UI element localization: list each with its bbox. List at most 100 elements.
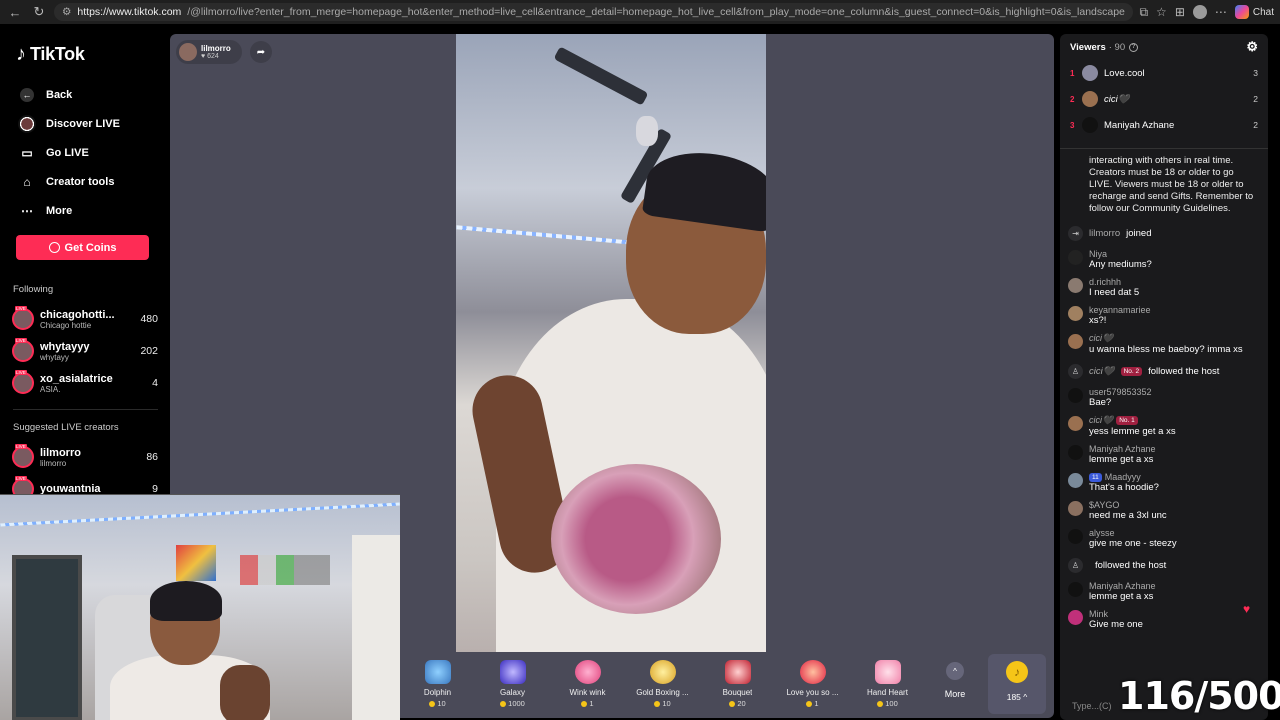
info-icon[interactable]: ? <box>1129 42 1139 52</box>
browser-toolbar: ← ↻ ⚙ https://www.tiktok.com /@lilmorro/l… <box>0 0 1280 24</box>
join-event: ⇥ lilmorro joined <box>1060 221 1268 246</box>
avatar <box>1068 278 1083 293</box>
rank-number: 1 <box>1070 68 1075 78</box>
viewer-score: 3 <box>1253 68 1258 78</box>
message-user: Maniyah Azhane <box>1089 444 1156 454</box>
gear-icon[interactable]: ⚙ <box>1246 39 1258 55</box>
message-user: alysse <box>1089 528 1115 538</box>
rank-number: 2 <box>1070 94 1075 104</box>
suggested-item[interactable]: LIVE lilmorro lilmorro 86 <box>12 441 158 473</box>
viewers-header[interactable]: Viewers · 90 ? ⚙ <box>1060 34 1268 60</box>
coin-icon <box>48 242 60 253</box>
discover-live-icon <box>18 114 36 133</box>
following-item[interactable]: LIVE chicagohotti... Chicago hottie 480 <box>12 303 158 335</box>
more-dots-icon: ⋯ <box>21 203 33 218</box>
avatar <box>1068 334 1083 349</box>
camera-icon: ▭ <box>21 145 33 160</box>
discover-live-nav-item[interactable]: Discover LIVE <box>10 109 158 138</box>
event-user[interactable]: lilmorro <box>1089 228 1120 239</box>
gift-name: Bouquet <box>722 688 753 697</box>
viewer-count: 202 <box>140 345 158 357</box>
chat-message[interactable]: Niya Any mediums? <box>1060 246 1268 274</box>
go-live-nav-item[interactable]: ▭ Go LIVE <box>10 138 158 167</box>
profile-avatar[interactable] <box>1192 5 1207 19</box>
url-path: /@lilmorro/live?enter_from_merge=homepag… <box>187 6 1125 18</box>
host-info[interactable]: lilmorro ♥ 624 <box>176 40 242 64</box>
reload-icon[interactable]: ↻ <box>30 3 48 21</box>
viewers-count: · 90 <box>1108 41 1126 53</box>
site-info-icon[interactable]: ⚙ <box>62 6 71 18</box>
following-item[interactable]: LIVE xo_asialatrice ASIA. 4 <box>12 367 158 399</box>
coin-balance-button[interactable]: ♪ 185 ^ <box>988 654 1046 714</box>
live-badge: LIVE <box>15 338 27 343</box>
live-video[interactable] <box>456 34 766 652</box>
gift-item[interactable]: Hand Heart 100 <box>850 652 925 718</box>
nav-label-discover: Discover LIVE <box>46 117 120 130</box>
creator-sub: lilmorro <box>40 458 67 468</box>
chat-message[interactable]: d.richhh I need dat 5 <box>1060 274 1268 302</box>
get-coins-label: Get Coins <box>64 241 117 254</box>
chat-message[interactable]: Maniyah Azhane lemme get a xs <box>1060 578 1268 606</box>
viewer-name: cici🖤 <box>1104 93 1130 105</box>
gift-name: Gold Boxing ... <box>636 688 689 697</box>
gift-name: Galaxy <box>500 688 525 697</box>
message-user: d.richhh <box>1089 277 1122 287</box>
chat-message[interactable]: Mink Give me one <box>1060 606 1268 634</box>
top-viewer-row[interactable]: 2 cici🖤 2 <box>1060 86 1268 112</box>
creator-tools-nav-item[interactable]: ⌂ Creator tools <box>10 167 158 196</box>
share-button[interactable]: ➦ <box>250 41 272 63</box>
following-item[interactable]: LIVE whytayyy whytayy 202 <box>12 335 158 367</box>
avatar <box>1082 65 1098 81</box>
avatar <box>1068 250 1083 265</box>
event-user[interactable]: cici🖤 <box>1089 366 1115 377</box>
gift-item[interactable]: Bouquet 20 <box>700 652 775 718</box>
chat-message[interactable]: cici🖤 No. 1 yess lemme get a xs <box>1060 412 1268 441</box>
chat-message[interactable]: Maniyah Azhane lemme get a xs <box>1060 441 1268 469</box>
gift-item[interactable]: Gold Boxing ... 10 <box>625 652 700 718</box>
copilot-chat-button[interactable]: Chat <box>1234 5 1274 19</box>
gift-name: Dolphin <box>423 688 452 697</box>
avatar: LIVE <box>12 338 34 362</box>
chat-message[interactable]: user579853352 Bae? <box>1060 384 1268 412</box>
avatar <box>1068 416 1083 431</box>
more-nav-item[interactable]: ⋯ More <box>10 196 158 225</box>
top-viewer-row[interactable]: 3 Maniyah Azhane 2 <box>1060 112 1268 138</box>
back-nav-item[interactable]: ← Back <box>10 80 158 109</box>
chat-message[interactable]: 11 Maadyyy That's a hoodie? <box>1060 469 1268 497</box>
menu-dots-icon[interactable]: ⋯ <box>1215 5 1227 19</box>
top-viewer-row[interactable]: 1 Love.cool 3 <box>1060 60 1268 86</box>
avatar <box>1068 501 1083 516</box>
avatar: LIVE <box>12 444 34 468</box>
message-user: cici🖤 <box>1089 415 1114 425</box>
tiktok-logo[interactable]: ♪ TikTok <box>16 42 158 66</box>
chat-message[interactable]: cici🖤 u wanna bless me baeboy? imma xs <box>1060 330 1268 359</box>
webcam-overlay <box>0 494 400 720</box>
gift-item[interactable]: Dolphin 10 <box>400 652 475 718</box>
browser-back-icon[interactable]: ← <box>6 3 24 21</box>
gift-price: 20 <box>737 699 746 708</box>
chat-message[interactable]: $AYGO need me a 3xl unc <box>1060 497 1268 525</box>
more-gifts-button[interactable]: ^ More <box>925 652 985 718</box>
webcam-scene <box>352 535 400 720</box>
chat-message[interactable]: keyannamariee xs?! <box>1060 302 1268 330</box>
favorites-icon[interactable]: ☆ <box>1156 5 1167 19</box>
avatar: LIVE <box>12 306 34 330</box>
address-bar[interactable]: ⚙ https://www.tiktok.com /@lilmorro/live?… <box>54 3 1134 21</box>
extensions-icon[interactable]: ⧉ <box>1139 5 1148 20</box>
gift-item[interactable]: Wink wink 1 <box>550 652 625 718</box>
viewer-score: 2 <box>1253 120 1258 130</box>
message-text: need me a 3xl unc <box>1089 510 1167 521</box>
coin-count: 185 <box>1006 692 1021 702</box>
event-text: followed the host <box>1095 560 1167 571</box>
viewer-name: Love.cool <box>1104 67 1145 79</box>
coin-icon <box>877 700 884 707</box>
get-coins-button[interactable]: Get Coins <box>16 235 149 260</box>
message-user: cici🖤 <box>1089 333 1114 343</box>
nav-label-more: More <box>46 204 73 217</box>
collections-icon[interactable]: ⊞ <box>1175 5 1185 19</box>
message-text: Give me one <box>1089 619 1143 630</box>
gift-price: 1000 <box>508 699 525 708</box>
gift-item[interactable]: Love you so ... 1 <box>775 652 850 718</box>
gift-item[interactable]: Galaxy 1000 <box>475 652 550 718</box>
chat-message[interactable]: alysse give me one - steezy <box>1060 525 1268 553</box>
